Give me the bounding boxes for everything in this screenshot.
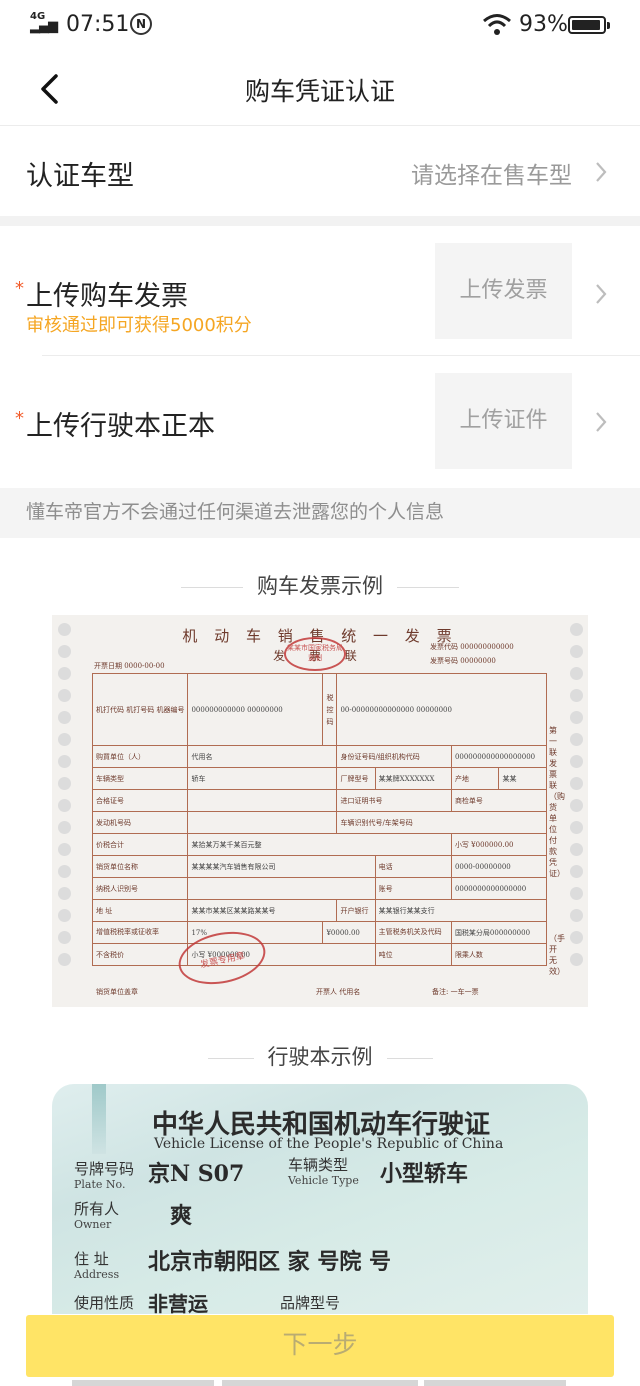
license-sample-image: 中华人民共和国机动车行驶证 Vehicle License of the Peo… — [52, 1084, 588, 1314]
invoice-table: 机打代码 机打号码 机器编号 000000000000 00000000 税控码… — [91, 673, 548, 966]
status-bar: 4G ▂▄▆ 07:51 N 93% — [0, 0, 640, 52]
nav-indicator — [424, 1380, 566, 1386]
perforation-right — [570, 623, 584, 975]
section-divider — [0, 216, 640, 226]
vehicle-type-label: 车辆类型 Vehicle Type — [288, 1156, 359, 1188]
upload-license-button[interactable]: 上传证件 — [435, 373, 572, 469]
battery-level — [572, 20, 600, 30]
wifi-icon — [483, 14, 511, 35]
table-row: 纳税人识别号 账号 0000000000000000 — [91, 877, 548, 900]
invoice-upload-row: * 上传购车发票 审核通过即可获得5000积分 上传发票 — [0, 226, 640, 356]
page-title: 购车凭证认证 — [244, 77, 395, 106]
plate-label: 号牌号码 Plate No. — [74, 1160, 135, 1192]
usage-value: 非营运 — [148, 1292, 208, 1314]
divider-line — [181, 586, 243, 588]
perforation-left — [58, 623, 72, 975]
table-row: 增值税税率或征收率 17% ¥0000.00 主管税务机关及代码 国税某分局00… — [91, 921, 548, 944]
tax-bureau-seal: 某某市国家税务局监制 — [284, 637, 346, 671]
model-placeholder: 请选择在售车型 — [411, 163, 572, 189]
divider-line — [207, 1057, 254, 1059]
usage-label: 使用性质 — [74, 1294, 135, 1312]
model-label: 认证车型 — [26, 161, 134, 192]
table-row: 车辆类型 轿车 厂牌型号 某某牌XXXXXXX 产地 某某 — [91, 767, 547, 790]
next-step-button[interactable]: 下一步 — [26, 1315, 614, 1377]
invoice-side-text-2: （手开无效） — [549, 934, 565, 976]
invoice-example-title: 购车发票示例 — [257, 574, 383, 598]
table-row: 购買单位（人） 代用名 身份证号码/组织机构代码 000000000000000… — [91, 745, 548, 768]
required-mark: * — [15, 408, 24, 429]
address-value: 北京市朝阳区 家 号院 号 — [148, 1249, 391, 1275]
license-upload-label: 上传行驶本正本 — [26, 411, 215, 442]
table-row: 机打代码 机打号码 机器编号 000000000000 00000000 税控码… — [91, 673, 547, 746]
app-root: 4G ▂▄▆ 07:51 N 93% 购车凭证认证 认证车型 请选择在售车型 *… — [0, 0, 640, 1386]
invoice-reward-text: 审核通过即可获得5000积分 — [26, 315, 252, 336]
license-example-title: 行驶本示例 — [267, 1045, 373, 1069]
license-title-en: Vehicle License of the People's Republic… — [154, 1136, 504, 1152]
invoice-side-text: 第一联 发票联（购货单位付款凭证） — [549, 726, 565, 878]
table-row: 发动机号码 车辆识别代号/车架号码 — [91, 811, 547, 834]
license-upload-row: * 上传行驶本正本 上传证件 — [0, 356, 640, 486]
seal-bottom-text: 发票专用章 — [199, 951, 246, 971]
chevron-right-icon — [596, 162, 607, 182]
chevron-right-icon[interactable] — [594, 282, 608, 306]
invoice-footer-right: 备注: 一车一票 — [432, 988, 479, 996]
clock: 07:51 — [66, 12, 130, 37]
required-mark: * — [15, 278, 24, 299]
invoice-code: 发票代码 000000000000 — [430, 643, 514, 651]
owner-label: 所有人 Owner — [74, 1200, 120, 1232]
upload-invoice-button[interactable]: 上传发票 — [435, 243, 572, 339]
signal-icon: ▂▄▆ — [30, 19, 58, 34]
network-indicator: 4G ▂▄▆ — [30, 12, 58, 34]
owner-value: 爽 — [170, 1203, 193, 1229]
vehicle-type-value: 小型轿车 — [380, 1161, 469, 1187]
plate-value: 京N S07 — [148, 1161, 245, 1187]
issue-date: 开票日期 0000-00-00 — [94, 662, 165, 670]
nfc-icon: N — [130, 13, 152, 35]
table-row: 销货单位名称 某某某某汽车销售有限公司 电话 0000-00000000 — [91, 855, 548, 878]
address-label: 住 址 Address — [74, 1250, 120, 1282]
nav-bar: 购车凭证认证 — [0, 52, 640, 126]
battery-percent: 93% — [519, 12, 568, 37]
table-row: 价税合计 某拾某万某千某百元整 小写 ¥000000.00 — [91, 833, 548, 856]
brand-label: 品牌型号 — [280, 1294, 341, 1312]
model-select-row[interactable]: 认证车型 请选择在售车型 — [0, 126, 640, 216]
divider-line — [386, 1057, 433, 1059]
seal-top-text: 某某市国家税务局监制 — [287, 644, 343, 662]
invoice-number: 发票号码 00000000 — [430, 657, 496, 665]
invoice-footer-mid: 开票人 代用名 — [316, 988, 361, 996]
invoice-upload-label: 上传购车发票 — [26, 281, 188, 312]
privacy-notice: 懂车帝官方不会通过任何渠道去泄露您的个人信息 — [0, 488, 640, 538]
license-example-heading: 行驶本示例 — [0, 1041, 640, 1071]
invoice-sample-image: 机 动 车 销 售 统 一 发 票 发 票 联 发票代码 00000000000… — [52, 615, 588, 1007]
license-security-stripe — [92, 1084, 106, 1154]
nav-indicator — [72, 1380, 214, 1386]
table-row: 合格证号 进口证明书号 商检单号 — [91, 789, 548, 812]
nav-indicator — [222, 1380, 418, 1386]
chevron-right-icon[interactable] — [594, 410, 608, 434]
battery-icon — [568, 16, 610, 34]
table-row: 不含税价 小写 ¥000000.00 吨位 限乘人数 — [91, 943, 548, 966]
table-row: 地 址 某某市某某区某某路某某号 开户银行 某某银行某某支行 — [91, 899, 548, 922]
divider-line — [397, 586, 459, 588]
invoice-footer-left: 销货单位盖章 — [96, 988, 138, 996]
invoice-example-heading: 购车发票示例 — [0, 570, 640, 600]
